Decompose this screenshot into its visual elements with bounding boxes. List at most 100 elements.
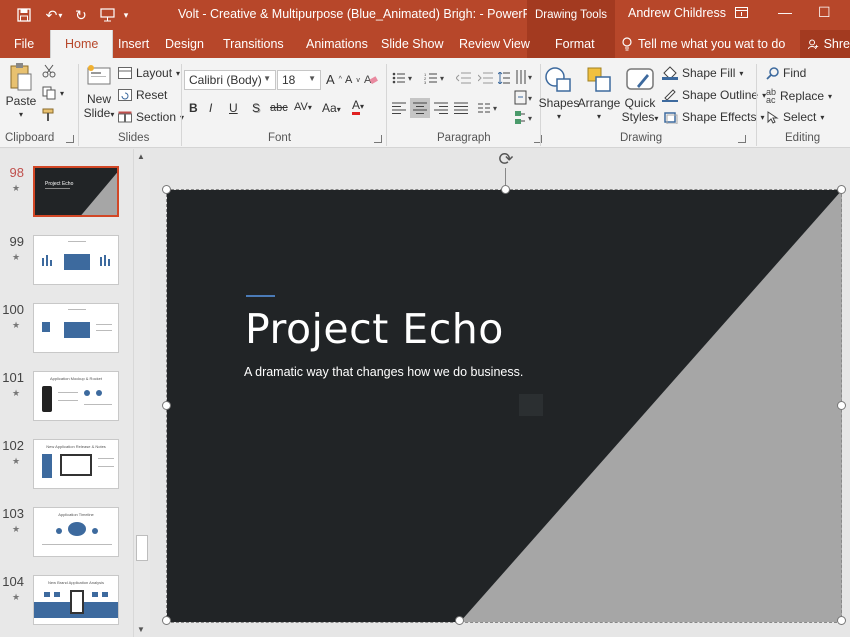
numbering-icon[interactable]: 1 2 3 ▾ xyxy=(424,72,448,84)
thumbnail-scrollbar[interactable]: ▲ ▼ xyxy=(133,149,150,637)
user-name[interactable]: Andrew Childress xyxy=(628,6,726,20)
maximize-button[interactable]: ☐ xyxy=(818,4,831,21)
resize-handle-right[interactable] xyxy=(837,401,846,410)
tab-transitions[interactable]: Transitions xyxy=(223,30,284,58)
start-presentation-icon[interactable] xyxy=(98,6,116,24)
text-direction-icon[interactable]: ▾ xyxy=(514,68,536,86)
replace-button[interactable]: ab ac Replace ▾ xyxy=(766,88,832,105)
arrange-button[interactable]: Arrange ▾ xyxy=(578,66,620,124)
align-right-icon[interactable] xyxy=(434,102,448,114)
select-button[interactable]: Select ▾ xyxy=(766,110,824,124)
smartart-icon[interactable]: ▾ xyxy=(514,110,536,126)
ribbon-display-options-icon[interactable] xyxy=(735,6,748,21)
align-center-icon[interactable] xyxy=(410,98,430,118)
new-slide-button[interactable]: New Slide▾ xyxy=(83,64,115,122)
group-divider xyxy=(756,64,757,146)
scroll-up-icon[interactable]: ▲ xyxy=(137,152,145,161)
tab-slide-show[interactable]: Slide Show xyxy=(381,30,444,58)
redo-icon[interactable]: ↻ xyxy=(72,6,90,24)
customize-icon[interactable]: ▾ xyxy=(120,6,132,24)
shadow-button[interactable]: S xyxy=(252,101,260,115)
scrollbar-thumb[interactable] xyxy=(136,535,148,561)
find-button[interactable]: Find xyxy=(766,66,806,80)
columns-icon[interactable]: ▾ xyxy=(478,102,502,114)
font-name-box[interactable]: Calibri (Body) ▼ xyxy=(184,70,276,90)
shape-outline-button[interactable]: Shape Outline ▾ xyxy=(662,88,766,102)
chevron-down-icon: ▾ xyxy=(556,112,561,121)
slide-thumbnail-103[interactable]: Application Timeline xyxy=(33,507,119,557)
slide-title[interactable]: Project Echo xyxy=(245,305,504,353)
increase-indent-icon[interactable] xyxy=(478,72,494,84)
chevron-down-icon[interactable]: ▼ xyxy=(308,74,316,83)
underline-button[interactable]: U xyxy=(229,101,238,115)
current-slide[interactable] xyxy=(167,190,842,622)
shrink-font-icon[interactable]: Av xyxy=(345,74,360,86)
align-left-icon[interactable] xyxy=(392,102,406,114)
character-spacing-button[interactable]: AV▾ xyxy=(294,101,312,113)
scroll-down-icon[interactable]: ▼ xyxy=(137,625,145,634)
copy-icon[interactable]: ▾ xyxy=(42,86,64,100)
tab-format[interactable]: Format xyxy=(555,30,595,58)
slide-subtitle[interactable]: A dramatic way that changes how we do bu… xyxy=(244,365,523,379)
resize-handle-top-right[interactable] xyxy=(837,185,846,194)
shape-effects-icon xyxy=(664,112,678,124)
slide-thumbnail-98[interactable]: Project Echo xyxy=(33,166,119,217)
grow-font-icon[interactable]: A ^ xyxy=(326,72,342,87)
resize-handle-bottom[interactable] xyxy=(455,616,464,625)
tab-view[interactable]: View xyxy=(503,30,530,58)
format-painter-icon[interactable] xyxy=(42,108,56,122)
tab-insert[interactable]: Insert xyxy=(118,30,149,58)
group-divider xyxy=(78,64,79,146)
decrease-indent-icon[interactable] xyxy=(456,72,472,84)
justify-icon[interactable] xyxy=(454,102,468,114)
section-button[interactable]: Section ▾ xyxy=(118,110,184,124)
clipboard-launcher-icon[interactable] xyxy=(66,135,74,143)
slide-thumbnail-99[interactable] xyxy=(33,235,119,285)
resize-handle-top-left[interactable] xyxy=(162,185,171,194)
chevron-down-icon[interactable]: ▼ xyxy=(263,74,271,83)
strikethrough-button[interactable]: abc xyxy=(270,102,288,114)
slide-thumbnail-100[interactable] xyxy=(33,303,119,353)
cut-icon[interactable] xyxy=(42,64,56,78)
minimize-button[interactable]: — xyxy=(778,4,792,20)
font-size-box[interactable]: 18 ▼ xyxy=(277,70,321,90)
shapes-button[interactable]: Shapes ▾ xyxy=(539,66,579,124)
reset-button[interactable]: Reset xyxy=(118,88,167,102)
tab-animations[interactable]: Animations xyxy=(306,30,368,58)
tab-design[interactable]: Design xyxy=(165,30,204,58)
change-case-button[interactable]: Aa▾ xyxy=(322,101,341,115)
paste-button[interactable]: Paste ▾ xyxy=(5,62,37,122)
tell-me-box[interactable]: Tell me what you wat to do xyxy=(622,30,785,58)
font-color-button[interactable]: A▾ xyxy=(352,98,364,115)
share-button[interactable]: Shre xyxy=(800,30,850,58)
undo-icon[interactable]: ↶ ▾ xyxy=(42,6,66,24)
line-spacing-icon[interactable] xyxy=(498,72,510,84)
tab-home[interactable]: Home xyxy=(50,30,114,58)
resize-handle-top[interactable] xyxy=(501,185,510,194)
rotate-handle-icon[interactable]: ⟳ xyxy=(496,149,516,169)
quick-styles-button[interactable]: Quick Styles▾ xyxy=(622,66,658,126)
tell-me-text: Tell me what you wat to do xyxy=(638,37,786,51)
resize-handle-bottom-right[interactable] xyxy=(837,616,846,625)
align-text-icon[interactable]: ▾ xyxy=(514,90,536,106)
save-icon[interactable] xyxy=(16,6,32,24)
shape-effects-button[interactable]: Shape Effects ▾ xyxy=(662,110,765,124)
slide-thumbnail-104[interactable]: New Brand Application Analysis xyxy=(33,575,119,625)
bold-button[interactable]: B xyxy=(189,101,198,115)
font-launcher-icon[interactable] xyxy=(374,135,382,143)
bullets-icon[interactable]: ▾ xyxy=(392,72,416,84)
shape-fill-button[interactable]: Shape Fill ▾ xyxy=(662,66,743,80)
layout-button[interactable]: Layout ▾ xyxy=(118,66,180,80)
shape-effects-label: Shape Effects xyxy=(682,110,757,124)
italic-button[interactable]: I xyxy=(209,101,212,115)
new-slide-label-line-2: Slide▾ xyxy=(83,106,115,120)
slide-thumbnail-102[interactable]: New Application Release & Notes xyxy=(33,439,119,489)
slide-thumbnail-101[interactable]: Application Mockup & Rocket xyxy=(33,371,119,421)
drawing-launcher-icon[interactable] xyxy=(738,135,746,143)
chevron-down-icon: ▾ xyxy=(596,112,601,121)
resize-handle-left[interactable] xyxy=(162,401,171,410)
resize-handle-bottom-left[interactable] xyxy=(162,616,171,625)
tab-file[interactable]: File xyxy=(14,30,34,58)
clear-formatting-icon[interactable]: A xyxy=(364,72,378,86)
tab-review[interactable]: Review xyxy=(459,30,500,58)
